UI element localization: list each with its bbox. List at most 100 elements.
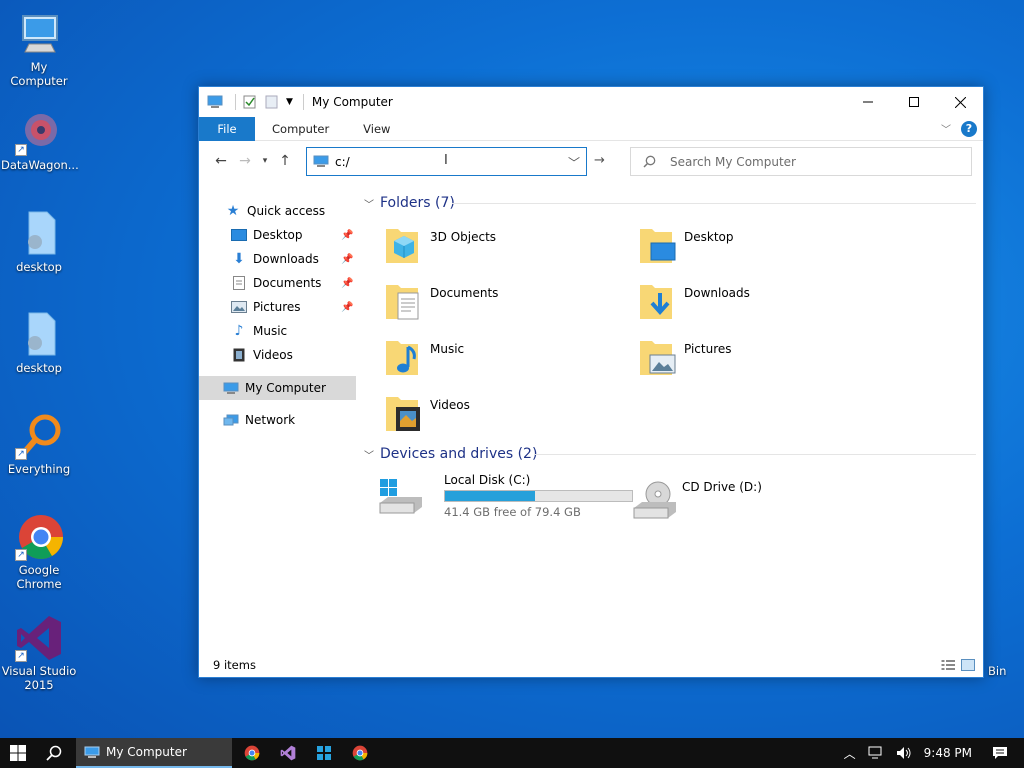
taskbar-item-chrome-2[interactable] <box>342 738 378 768</box>
hard-drive-windows-icon <box>379 479 422 514</box>
taskbar-item-store[interactable] <box>306 738 342 768</box>
film-icon <box>231 348 247 362</box>
taskbar-item-label: My Computer <box>106 745 187 759</box>
pin-icon[interactable]: 📌 <box>341 254 353 265</box>
desktop-icon-label: Google Chrome <box>16 563 62 591</box>
navigation-pane: ★ Quick access Desktop 📌 ⬇ Downloads 📌 D… <box>199 195 356 645</box>
nav-item-label: Network <box>245 413 296 427</box>
divider <box>452 203 976 204</box>
search-box[interactable]: Search My Computer <box>630 147 972 176</box>
folder-label: 3D Objects <box>430 230 497 244</box>
desktop-icon-google-chrome[interactable]: ↗ Google Chrome <box>1 513 77 591</box>
back-button[interactable]: ← <box>209 153 233 169</box>
nav-item-videos[interactable]: Videos <box>231 343 293 367</box>
show-hidden-icons-chevron-icon[interactable]: ︿ <box>844 745 856 762</box>
folder-label: Pictures <box>684 342 732 356</box>
nav-item-downloads[interactable]: ⬇ Downloads <box>231 247 319 271</box>
search-icon <box>46 745 62 761</box>
nav-item-desktop[interactable]: Desktop <box>231 223 303 247</box>
quick-access-toolbar-dropdown-icon[interactable]: ▼ <box>286 97 293 107</box>
desktop-icon-my-computer[interactable]: My Computer <box>1 10 77 88</box>
drive-cd-d[interactable]: CD Drive (D:) <box>632 480 872 530</box>
taskbar: My Computer ︿ 9:48 PM <box>0 738 1024 768</box>
network-icon[interactable] <box>868 746 884 760</box>
nav-item-network[interactable]: Network <box>223 408 295 432</box>
shortcut-arrow-icon: ↗ <box>15 144 27 156</box>
go-button[interactable]: → <box>594 153 605 168</box>
clock-time[interactable]: 9:48 PM <box>924 746 972 760</box>
close-button[interactable] <box>937 87 983 117</box>
folder-videos[interactable]: Videos <box>364 391 604 441</box>
folder-label: Videos <box>430 398 470 412</box>
action-center-icon[interactable] <box>992 746 1008 760</box>
pin-icon[interactable]: 📌 <box>341 302 353 313</box>
nav-item-label: Music <box>253 324 288 338</box>
recycle-bin-label[interactable]: Bin <box>988 664 1006 678</box>
chrome-icon <box>352 745 368 761</box>
help-button[interactable]: ? <box>961 120 977 137</box>
chrome-icon: ↗ <box>15 513 63 561</box>
nav-item-music[interactable]: ♪ Music <box>231 319 288 343</box>
desktop-icon-datawagon[interactable]: ↗ DataWagon... <box>1 108 79 172</box>
nav-item-documents[interactable]: Documents <box>231 271 321 295</box>
folder-3d-objects-icon <box>386 229 418 263</box>
window-title: My Computer <box>311 95 393 109</box>
desktop-icon-desktop-1[interactable]: desktop <box>1 210 77 274</box>
nav-item-quick-access[interactable]: ★ Quick access <box>225 199 325 223</box>
collapse-chevron-icon: ﹀ <box>364 199 374 211</box>
folder-3d-objects[interactable]: 3D Objects <box>364 223 604 273</box>
desktop-icon-everything[interactable]: ↗ Everything <box>1 412 77 476</box>
divider <box>235 94 236 110</box>
shortcut-arrow-icon: ↗ <box>15 650 27 662</box>
up-button[interactable]: ↑ <box>273 153 297 169</box>
taskbar-item-my-computer[interactable]: My Computer <box>76 738 232 768</box>
folder-pictures[interactable]: Pictures <box>618 335 858 385</box>
desktop-icon <box>231 228 247 242</box>
taskbar-item-visual-studio[interactable] <box>270 738 306 768</box>
desktop-icon-label: desktop <box>16 260 62 274</box>
recent-locations-chevron-icon[interactable]: ▾ <box>257 156 273 166</box>
forward-button[interactable]: → <box>233 153 257 169</box>
address-bar[interactable]: c:/ I ﹀ <box>306 147 587 176</box>
search-icon <box>643 155 656 168</box>
nav-item-my-computer[interactable]: My Computer <box>223 376 326 400</box>
file-gear-icon <box>15 210 63 258</box>
folder-desktop-icon <box>640 229 676 263</box>
nav-item-pictures[interactable]: Pictures <box>231 295 301 319</box>
group-header-devices[interactable]: ﹀ Devices and drives (2) <box>364 446 537 462</box>
minimize-button[interactable] <box>845 87 891 117</box>
folder-music[interactable]: Music <box>364 335 604 385</box>
tab-computer[interactable]: Computer <box>255 122 346 136</box>
search-button[interactable] <box>36 738 72 768</box>
computer-icon <box>223 381 239 395</box>
desktop-icon-label: Visual Studio 2015 <box>1 664 77 692</box>
pin-icon[interactable]: 📌 <box>341 278 353 289</box>
download-arrow-icon: ⬇ <box>233 251 245 267</box>
desktop-icon-visual-studio[interactable]: ↗ Visual Studio 2015 <box>1 614 77 692</box>
tab-view[interactable]: View <box>346 122 407 136</box>
taskbar-item-chrome[interactable] <box>234 738 270 768</box>
drive-local-disk-c[interactable]: Local Disk (C:) 41.4 GB free of 79.4 GB <box>378 473 658 523</box>
folder-desktop[interactable]: Desktop <box>618 223 858 273</box>
title-bar[interactable]: ▼ My Computer <box>199 87 983 117</box>
drive-usage-fill <box>445 491 535 501</box>
tab-file[interactable]: File <box>199 116 255 141</box>
expand-ribbon-chevron-icon[interactable]: ﹀ <box>941 121 951 136</box>
desktop-icon-desktop-2[interactable]: desktop <box>1 311 77 375</box>
address-input-value[interactable]: c:/ <box>335 155 350 169</box>
folder-downloads[interactable]: Downloads <box>618 279 858 329</box>
details-view-icon[interactable] <box>941 659 955 671</box>
folder-documents[interactable]: Documents <box>364 279 604 329</box>
start-button[interactable] <box>0 738 36 768</box>
pin-icon[interactable]: 📌 <box>341 230 353 241</box>
group-header-folders[interactable]: ﹀ Folders (7) <box>364 195 455 211</box>
system-tray: ︿ 9:48 PM <box>844 738 1024 768</box>
properties-icon[interactable] <box>242 95 258 109</box>
maximize-button[interactable] <box>891 87 937 117</box>
new-folder-icon[interactable] <box>264 95 280 109</box>
chrome-icon <box>244 745 260 761</box>
address-dropdown-chevron-icon[interactable]: ﹀ <box>568 154 580 171</box>
nav-item-label: Documents <box>253 276 322 290</box>
large-icons-view-icon[interactable] <box>961 659 975 671</box>
volume-icon[interactable] <box>896 746 912 760</box>
